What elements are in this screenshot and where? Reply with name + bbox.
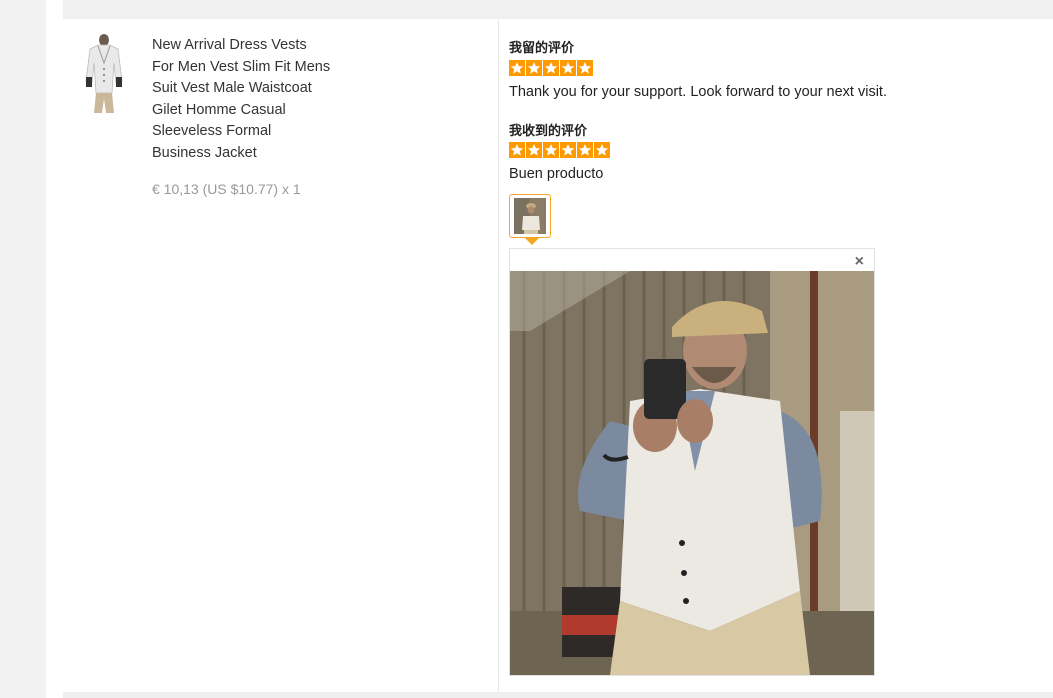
- star-icon: [577, 60, 593, 76]
- product-thumbnail[interactable]: [76, 33, 132, 115]
- star-icon: [526, 142, 542, 158]
- vest-product-image: [76, 33, 132, 115]
- star-icon: [560, 60, 576, 76]
- product-title[interactable]: New Arrival Dress Vests For Men Vest Sli…: [152, 35, 332, 164]
- star-icon: [543, 142, 559, 158]
- star-icon: [560, 142, 576, 158]
- review-photo-thumbnail[interactable]: [509, 194, 551, 238]
- star-icon: [509, 142, 525, 158]
- received-review-text: Buen producto: [509, 166, 604, 182]
- page-left-gutter: [0, 0, 46, 698]
- thumbnail-pointer: [525, 238, 539, 245]
- star-icon: [577, 142, 593, 158]
- buyer-photo-thumb-image: [514, 198, 546, 234]
- received-review-heading: 我收到的评价: [509, 123, 588, 138]
- order-review-panel: New Arrival Dress Vests For Men Vest Sli…: [46, 0, 1053, 698]
- my-review-heading: 我留的评价: [509, 40, 575, 55]
- column-divider: [498, 19, 499, 692]
- star-icon: [526, 60, 542, 76]
- top-separator: [63, 0, 1053, 19]
- star-icon: [543, 60, 559, 76]
- received-review-stars: [509, 142, 610, 158]
- photo-viewer: ×: [509, 248, 875, 676]
- my-review-stars: [509, 60, 593, 76]
- bottom-separator: [63, 692, 1053, 698]
- close-icon[interactable]: ×: [855, 252, 864, 272]
- star-icon: [509, 60, 525, 76]
- star-icon: [594, 142, 610, 158]
- buyer-photo[interactable]: [510, 271, 874, 675]
- product-price: € 10,13 (US $10.77) x 1: [152, 181, 301, 197]
- my-review-text: Thank you for your support. Look forward…: [509, 84, 887, 100]
